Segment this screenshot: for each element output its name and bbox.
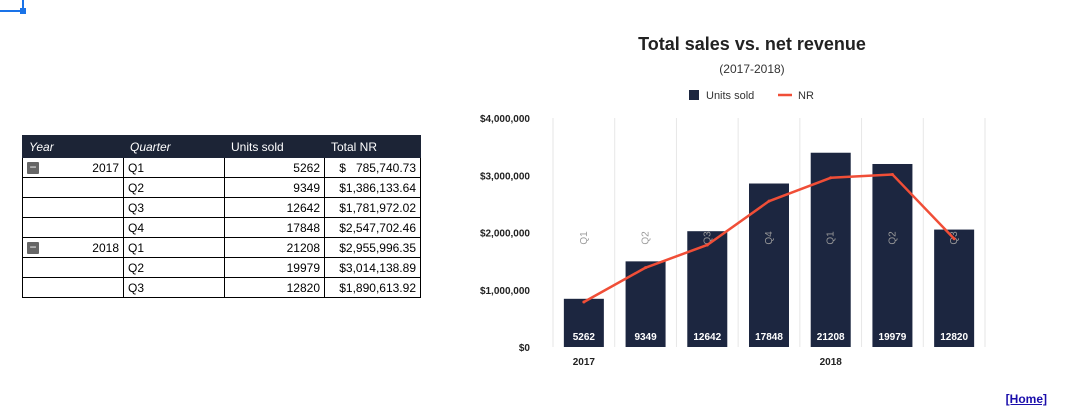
home-link[interactable]: [Home] — [1006, 392, 1047, 406]
sales-chart: Total sales vs. net revenue (2017-2018) Un… — [480, 34, 986, 368]
quarter-cell: Q4 — [123, 217, 225, 238]
quarter-cell: Q2 — [123, 257, 225, 278]
bar-value-label: 9349 — [634, 332, 657, 343]
quarter-cell: Q1 — [123, 237, 225, 258]
legend-swatch-units-sold — [689, 90, 699, 100]
year-cell: − 2017 — [22, 157, 124, 178]
year-cell — [22, 217, 124, 238]
legend-label-nr: NR — [798, 90, 814, 102]
quarter-label: Q2 — [887, 231, 898, 245]
bar-value-label: 12820 — [940, 332, 968, 343]
y-tick-label: $1,000,000 — [480, 286, 530, 297]
header-total-nr: Total NR — [324, 135, 421, 158]
quarter-label: Q4 — [764, 231, 775, 245]
bar — [749, 183, 789, 347]
y-tick-label: $4,000,000 — [480, 114, 530, 125]
table-row: Q2 19979 $3,014,138.89 — [22, 257, 421, 278]
units-cell: 17848 — [224, 217, 325, 238]
year-label: 2017 — [92, 160, 119, 175]
units-cell: 9349 — [224, 177, 325, 198]
header-units-sold: Units sold — [224, 135, 325, 158]
bar-value-label: 12642 — [693, 332, 721, 343]
nr-cell: $1,890,613.92 — [324, 277, 421, 298]
nr-point — [890, 172, 894, 176]
nr-point — [582, 300, 586, 304]
bar — [872, 163, 913, 347]
nr-point — [705, 243, 709, 247]
nr-point — [767, 199, 771, 203]
year-axis-label: 2018 — [820, 357, 843, 368]
nr-cell: $3,014,138.89 — [324, 257, 421, 278]
chart-title: Total sales vs. net revenue — [638, 34, 866, 54]
y-tick-label: $0 — [519, 343, 531, 354]
year-axis-label: 2017 — [573, 357, 596, 368]
table-row: Q2 9349 $1,386,133.64 — [22, 177, 421, 198]
quarter-label: Q2 — [641, 231, 652, 245]
nr-point — [952, 237, 956, 241]
quarter-label: Q1 — [826, 231, 837, 245]
units-cell: 5262 — [224, 157, 325, 178]
year-cell: − 2018 — [22, 237, 124, 258]
handle-dot — [20, 8, 26, 14]
y-tick-label: $2,000,000 — [480, 229, 530, 240]
pivot-table: Year Quarter Units sold Total NR − 2017 Q1… — [22, 135, 421, 298]
bar-value-label: 5262 — [573, 332, 596, 343]
nr-cell: $1,386,133.64 — [324, 177, 421, 198]
nr-cell: $ 785,740.73 — [324, 157, 421, 178]
bar — [934, 229, 975, 347]
nr-cell: $2,547,702.46 — [324, 217, 421, 238]
units-cell: 21208 — [224, 237, 325, 258]
bar-value-label: 21208 — [817, 332, 845, 343]
bar-value-label: 17848 — [755, 332, 783, 343]
units-cell: 19979 — [224, 257, 325, 278]
nr-point — [829, 176, 833, 180]
bar — [687, 231, 728, 347]
nr-cell: $1,781,972.02 — [324, 197, 421, 218]
legend-label-units-sold: Units sold — [706, 90, 754, 102]
header-year: Year — [22, 135, 124, 158]
bar-value-label: 19979 — [879, 332, 907, 343]
year-cell — [22, 197, 124, 218]
header-quarter: Quarter — [123, 135, 225, 158]
quarter-label: Q1 — [579, 231, 590, 245]
table-row: − 2018 Q1 21208 $2,955,996.35 — [22, 237, 421, 258]
table-row: Q3 12642 $1,781,972.02 — [22, 197, 421, 218]
quarter-cell: Q1 — [123, 157, 225, 178]
chart-subtitle: (2017-2018) — [719, 62, 784, 76]
table-row: Q4 17848 $2,547,702.46 — [22, 217, 421, 238]
collapse-icon[interactable]: − — [27, 161, 39, 174]
nr-cell: $2,955,996.35 — [324, 237, 421, 258]
year-cell — [22, 277, 124, 298]
collapse-icon[interactable]: − — [27, 241, 39, 254]
nr-point — [644, 266, 648, 270]
units-cell: 12820 — [224, 277, 325, 298]
quarter-cell: Q3 — [123, 197, 225, 218]
y-tick-label: $3,000,000 — [480, 171, 530, 182]
year-label: 2018 — [92, 240, 119, 255]
selection-handle — [0, 0, 26, 14]
quarter-cell: Q3 — [123, 277, 225, 298]
quarter-cell: Q2 — [123, 177, 225, 198]
table-row: − 2017 Q1 5262 $ 785,740.73 — [22, 157, 421, 178]
table-header-row: Year Quarter Units sold Total NR — [22, 135, 421, 158]
year-cell — [22, 177, 124, 198]
table-row: Q3 12820 $1,890,613.92 — [22, 277, 421, 298]
units-cell: 12642 — [224, 197, 325, 218]
year-cell — [22, 257, 124, 278]
